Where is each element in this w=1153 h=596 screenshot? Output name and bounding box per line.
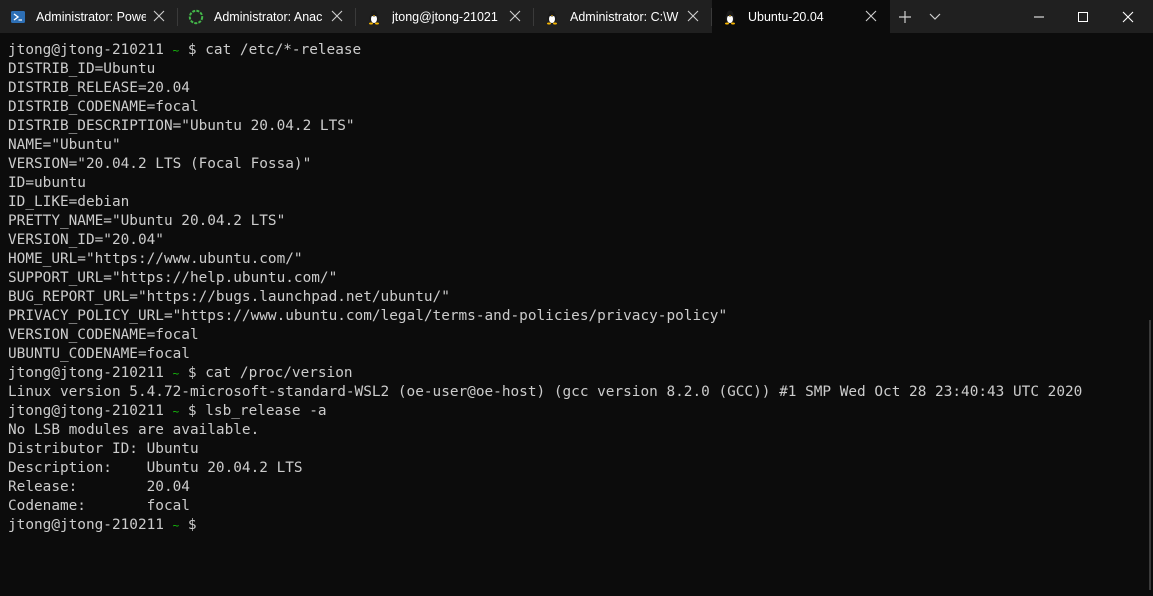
prompt-tilde: ~ [172,367,180,380]
prompt-user: jtong@jtong-210211 [8,42,164,58]
output-line: VERSION_CODENAME=focal [8,327,199,343]
output-line: ID=ubuntu [8,175,86,191]
output-line: NAME="Ubuntu" [8,137,121,153]
prompt-line: jtong@jtong-210211 ~ $ [8,516,1153,535]
command-text: cat /etc/*-release [205,42,362,58]
output-line: Distributor ID: Ubuntu [8,441,199,457]
tab-title: Ubuntu-20.04 [748,9,824,24]
prompt-line: jtong@jtong-210211 ~ $ lsb_release -a [8,402,1153,421]
output-line: Release: 20.04 [8,479,190,495]
prompt-symbol: $ [187,42,197,58]
output-line: BUG_REPORT_URL="https://bugs.launchpad.n… [8,289,450,305]
close-icon[interactable] [508,9,522,23]
tab-jtong[interactable]: jtong@jtong-21021 [356,0,534,33]
tab-ubuntu[interactable]: Ubuntu-20.04 [712,0,890,33]
output-line: Description: Ubuntu 20.04.2 LTS [8,460,303,476]
powershell-icon [10,9,26,25]
tab-administrator-cmd[interactable]: Administrator: C:\W [534,0,712,33]
output-line: SUPPORT_URL="https://help.ubuntu.com/" [8,270,338,286]
prompt-symbol: $ [187,517,197,533]
prompt-tilde: ~ [172,44,180,57]
close-icon[interactable] [152,9,166,23]
terminal-output[interactable]: jtong@jtong-210211 ~ $ cat /etc/*-releas… [0,33,1153,596]
profile-dropdown-button[interactable] [920,0,950,33]
tab-title: Administrator: Anac [214,9,323,24]
tab-anaconda[interactable]: Administrator: Anac [178,0,356,33]
output-line: PRETTY_NAME="Ubuntu 20.04.2 LTS" [8,213,286,229]
output-line: Codename: focal [8,498,190,514]
plus-icon [899,10,911,23]
minimize-icon [1034,16,1044,17]
output-line: HOME_URL="https://www.ubuntu.com/" [8,251,303,267]
tab-title: Administrator: C:\W [570,9,679,24]
command-text: lsb_release -a [205,403,327,419]
command-text: cat /proc/version [205,365,353,381]
output-line: No LSB modules are available. [8,422,260,438]
close-icon[interactable] [330,9,344,23]
tab-title: jtong@jtong-21021 [392,9,498,24]
prompt-tilde: ~ [172,519,180,532]
maximize-icon [1078,11,1088,22]
output-line: Linux version 5.4.72-microsoft-standard-… [8,384,1083,400]
close-icon [1122,11,1134,22]
title-bar: Administrator: Powe Administrator: Anac … [0,0,1153,33]
output-line: VERSION="20.04.2 LTS (Focal Fossa)" [8,156,312,172]
minimize-button[interactable] [1016,0,1062,33]
tab-strip: Administrator: Powe Administrator: Anac … [0,0,890,33]
output-line: DISTRIB_RELEASE=20.04 [8,80,190,96]
close-window-button[interactable] [1105,0,1151,33]
chevron-down-icon [929,13,941,20]
output-line: ID_LIKE=debian [8,194,130,210]
output-line: VERSION_ID="20.04" [8,232,164,248]
output-line: DISTRIB_DESCRIPTION="Ubuntu 20.04.2 LTS" [8,118,355,134]
anaconda-icon [188,9,204,25]
prompt-user: jtong@jtong-210211 [8,517,164,533]
prompt-line: jtong@jtong-210211 ~ $ cat /proc/version [8,364,1153,383]
prompt-symbol: $ [187,365,197,381]
prompt-user: jtong@jtong-210211 [8,403,164,419]
close-icon[interactable] [686,9,700,23]
linux-tux-icon [544,9,560,25]
prompt-user: jtong@jtong-210211 [8,365,164,381]
close-icon[interactable] [864,9,878,23]
scrollbar[interactable] [1149,320,1151,590]
prompt-tilde: ~ [172,405,180,418]
linux-tux-icon [722,9,738,25]
output-line: PRIVACY_POLICY_URL="https://www.ubuntu.c… [8,308,728,324]
tab-powershell[interactable]: Administrator: Powe [0,0,178,33]
new-tab-button[interactable] [890,0,920,33]
output-line: DISTRIB_ID=Ubuntu [8,61,156,77]
prompt-symbol: $ [187,403,197,419]
tab-title: Administrator: Powe [36,9,146,24]
output-line: DISTRIB_CODENAME=focal [8,99,199,115]
output-line: UBUNTU_CODENAME=focal [8,346,190,362]
linux-tux-icon [366,9,382,25]
maximize-button[interactable] [1060,0,1106,33]
prompt-line: jtong@jtong-210211 ~ $ cat /etc/*-releas… [8,41,1153,60]
